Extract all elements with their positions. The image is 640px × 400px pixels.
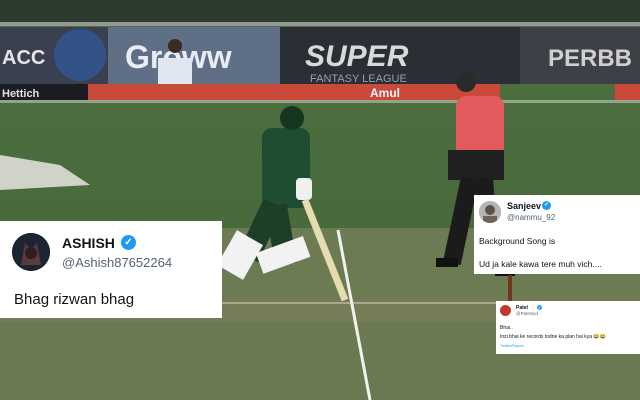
billboard-super-sub: FANTASY LEAGUE xyxy=(310,73,407,85)
tweet-card-ashish: ASHISH ✓ @Ashish87652264 Bhag rizwan bha… xyxy=(0,221,222,318)
billboard-right-text: PERBB xyxy=(548,45,632,72)
tweet-text-line-1: Bhai.. xyxy=(500,325,513,331)
tweet-card-sanjeev: Sanjeev ✓ @nammu_92 Background Song is U… xyxy=(474,195,640,274)
tweet-author-handle[interactable]: @nammu_92 xyxy=(507,213,555,222)
tweet-author-handle[interactable]: @Patelzyd xyxy=(516,311,538,316)
tweet-text: Bhag rizwan bhag xyxy=(14,291,135,308)
verified-badge-icon: ✓ xyxy=(542,201,551,210)
tweet-card-patel: Patel ✓ @Patelzyd Bhai.. Inzi bhai ke re… xyxy=(496,301,640,354)
board-hettich: Hettich xyxy=(2,88,40,100)
avatar[interactable] xyxy=(12,233,50,271)
tweet-text-line-1: Background Song is xyxy=(479,236,556,246)
tweet-author-name[interactable]: Sanjeev xyxy=(507,201,541,211)
tweet-source-label: Twitter/Report xyxy=(500,344,524,348)
verified-badge-icon: ✓ xyxy=(537,305,542,310)
billboard-acc-text: ACC xyxy=(2,47,45,69)
verified-badge-icon: ✓ xyxy=(121,235,136,250)
billboard-super-text: SUPER xyxy=(305,40,409,73)
board-amul: Amul xyxy=(370,86,400,100)
tweet-author-name[interactable]: ASHISH xyxy=(62,235,115,251)
tweet-text-line-2: Ud ja kale kawa tere muh vich.... xyxy=(479,259,602,269)
tweet-text-line-2: Inzi bhai ke records todne ka plan hai k… xyxy=(500,334,606,340)
avatar[interactable] xyxy=(500,305,511,316)
avatar[interactable] xyxy=(479,201,501,223)
tweet-author-handle[interactable]: @Ashish87652264 xyxy=(62,255,172,270)
